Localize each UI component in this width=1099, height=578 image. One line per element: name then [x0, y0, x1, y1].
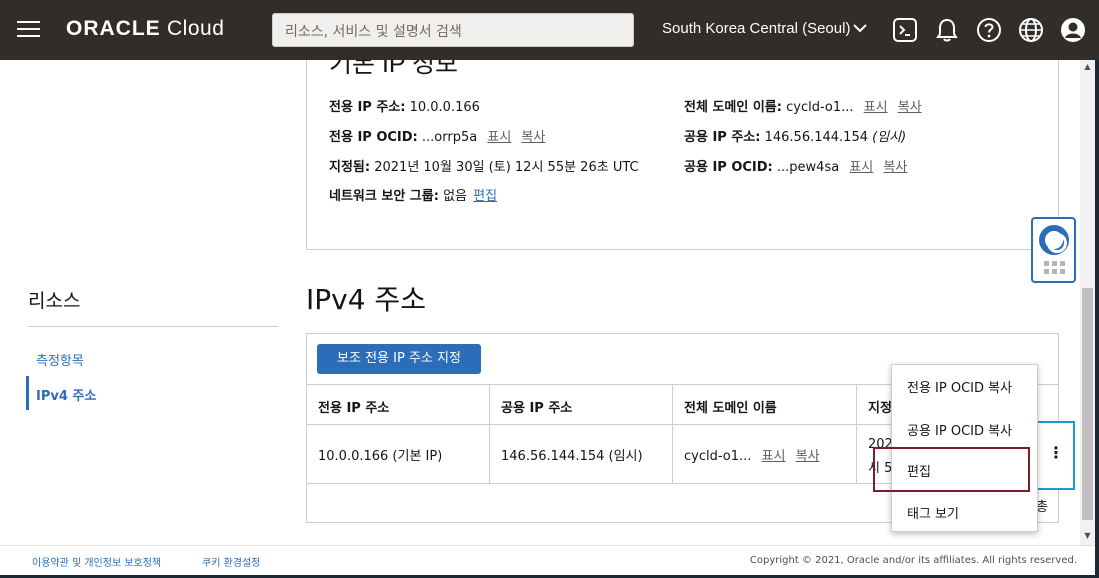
help-icon[interactable]	[975, 16, 1003, 44]
public-ip-note: (임시)	[872, 130, 907, 145]
ipv4-section-title: IPv4 주소	[306, 283, 426, 316]
edit-highlight-outline	[873, 447, 1030, 492]
nav-item-ipv4-addresses[interactable]: IPv4 주소	[36, 385, 96, 404]
nsg-edit-link[interactable]: 편집	[473, 189, 497, 204]
public-ip-value: 146.56.144.154	[764, 130, 868, 145]
resources-divider	[28, 326, 278, 327]
assigned-row: 지정됨: 2021년 10월 30일 (토) 12시 55분 26초 UTC	[329, 156, 639, 175]
search-input[interactable]: 리소스, 서비스 및 설명서 검색	[272, 13, 634, 47]
fqdn-value: cycld-o1...	[786, 100, 854, 115]
page-footer: 이용약관 및 개인정보 보호정책 쿠키 환경설정 Copyright © 202…	[0, 545, 1095, 575]
chevron-down-icon	[853, 20, 868, 37]
copyright-text: Copyright © 2021, Oracle and/or its affi…	[749, 555, 1077, 566]
resources-heading: 리소스	[28, 290, 81, 312]
nav-active-indicator	[26, 376, 29, 410]
assigned-value: 2021년 10월 30일 (토) 12시 55분 26초 UTC	[374, 160, 639, 175]
private-ocid-row: 전용 IP OCID: ...orrp5a 표시 복사	[329, 126, 545, 145]
row-fqdn: cycld-o1... 표시 복사	[684, 445, 820, 464]
private-ocid-value: ...orrp5a	[421, 130, 478, 145]
private-ocid-show-link[interactable]: 표시	[487, 130, 511, 145]
globe-icon[interactable]	[1017, 16, 1045, 44]
menu-item-view-tags[interactable]: 태그 보기	[907, 503, 959, 522]
lifebuoy-icon	[1039, 225, 1069, 255]
fqdn-copy-link[interactable]: 복사	[898, 100, 922, 115]
nsg-row: 네트워크 보안 그룹: 없음 편집	[329, 185, 497, 204]
fqdn-row: 전체 도메인 이름: cycld-o1... 표시 복사	[684, 96, 922, 115]
fqdn-show-link[interactable]: 표시	[864, 100, 888, 115]
public-ocid-value: ...pew4sa	[776, 160, 840, 175]
terms-privacy-link[interactable]: 이용약관 및 개인정보 보호정책	[32, 554, 161, 569]
cookie-preferences-link[interactable]: 쿠키 환경설정	[202, 554, 260, 569]
top-navigation-bar: ORACLE Cloud 리소스, 서비스 및 설명서 검색 South Kor…	[0, 0, 1099, 60]
private-ocid-label: 전용 IP OCID:	[329, 130, 418, 145]
primary-ip-info-panel: 기본 IP 정보 전용 IP 주소: 10.0.0.166 전용 IP OCID…	[306, 60, 1059, 250]
private-ocid-copy-link[interactable]: 복사	[521, 130, 545, 145]
help-widget[interactable]	[1031, 217, 1076, 283]
scroll-down-arrow-icon[interactable]: ▼	[1080, 531, 1095, 543]
private-ip-row: 전용 IP 주소: 10.0.0.166	[329, 96, 480, 115]
bell-icon[interactable]	[933, 16, 961, 44]
column-private-ip[interactable]: 전용 IP 주소	[318, 397, 389, 416]
row-fqdn-value: cycld-o1...	[684, 449, 752, 464]
public-ip-row: 공용 IP 주소: 146.56.144.154 (임시)	[684, 126, 906, 145]
row-fqdn-copy-link[interactable]: 복사	[796, 449, 820, 464]
row-fqdn-show-link[interactable]: 표시	[762, 449, 786, 464]
nsg-value: 없음	[443, 189, 467, 204]
hamburger-menu-icon[interactable]	[17, 21, 40, 38]
public-ip-label: 공용 IP 주소:	[684, 130, 761, 145]
public-ocid-row: 공용 IP OCID: ...pew4sa 표시 복사	[684, 156, 907, 175]
nsg-label: 네트워크 보안 그룹:	[329, 189, 439, 204]
public-ocid-label: 공용 IP OCID:	[684, 160, 773, 175]
scroll-up-arrow-icon[interactable]: ▲	[1080, 62, 1095, 74]
menu-item-copy-public-ocid[interactable]: 공용 IP OCID 복사	[907, 420, 1012, 439]
public-ocid-show-link[interactable]: 표시	[849, 160, 873, 175]
column-assigned[interactable]: 지정	[868, 397, 892, 416]
fqdn-label: 전체 도메인 이름:	[684, 100, 782, 115]
menu-item-copy-private-ocid[interactable]: 전용 IP OCID 복사	[907, 377, 1012, 396]
assign-secondary-ip-button[interactable]: 보조 전용 IP 주소 지정	[317, 344, 481, 374]
private-ip-label: 전용 IP 주소:	[329, 100, 406, 115]
nav-item-metrics[interactable]: 측정항목	[36, 350, 84, 369]
grid-dots-icon	[1044, 261, 1066, 275]
private-ip-value: 10.0.0.166	[409, 100, 480, 115]
assigned-label: 지정됨:	[329, 160, 371, 175]
row-public-ip: 146.56.144.154 (임시)	[501, 449, 643, 464]
column-public-ip[interactable]: 공용 IP 주소	[501, 397, 572, 416]
row-private-ip: 10.0.0.166 (기본 IP)	[318, 449, 443, 464]
scrollbar-thumb[interactable]	[1082, 288, 1093, 520]
row-actions-kebab-button[interactable]: ⋮	[1033, 421, 1075, 490]
oracle-cloud-logo[interactable]: ORACLE Cloud	[66, 17, 224, 41]
public-ocid-copy-link[interactable]: 복사	[883, 160, 907, 175]
cloud-shell-icon[interactable]	[891, 16, 919, 44]
page-scrollbar[interactable]: ▲ ▼	[1080, 60, 1095, 545]
info-panel-title: 기본 IP 정보	[329, 60, 459, 78]
user-avatar-icon[interactable]	[1059, 16, 1087, 44]
region-selector[interactable]: South Korea Central (Seoul)	[662, 20, 868, 37]
more-vertical-icon: ⋮	[1048, 443, 1064, 462]
column-fqdn[interactable]: 전체 도메인 이름	[684, 397, 777, 416]
